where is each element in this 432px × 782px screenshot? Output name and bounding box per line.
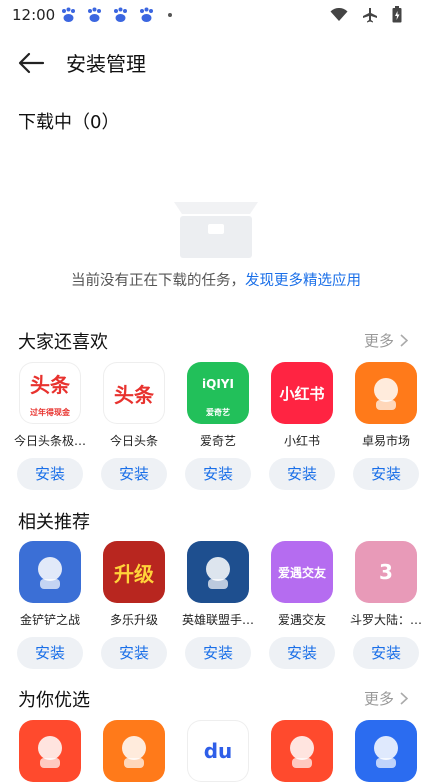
paw-notification-icon	[88, 7, 101, 22]
app-card[interactable]: 英雄联盟手… 安装	[176, 541, 260, 669]
app-name: 小红书	[283, 434, 320, 448]
app-card[interactable]	[260, 720, 344, 782]
status-time: 12:00	[12, 6, 56, 24]
weather-icon[interactable]	[355, 720, 417, 782]
more-label: 更多	[363, 690, 394, 708]
more-label: 更多	[363, 332, 394, 350]
app-card[interactable]: iQIYI 爱奇艺 爱奇艺 安装	[176, 362, 260, 490]
empty-message: 当前没有正在下载的任务，发现更多精选应用	[0, 269, 432, 290]
discover-apps-link[interactable]: 发现更多精选应用	[245, 273, 361, 289]
paw-notification-icon	[140, 7, 153, 22]
notification-icons	[60, 7, 172, 23]
app-icon-label: iQIYI	[202, 376, 234, 391]
app-card[interactable]: 头条 今日头条 安装	[92, 362, 176, 490]
install-button[interactable]: 安装	[353, 637, 419, 669]
chevron-right-icon	[400, 692, 408, 705]
app-card[interactable]	[92, 720, 176, 782]
system-icons	[330, 6, 402, 23]
empty-box-icon	[174, 202, 258, 258]
kuaishou-icon[interactable]	[19, 720, 81, 782]
zhuoyi-market-icon[interactable]	[103, 720, 165, 782]
app-name: 爱遇交友	[277, 613, 326, 627]
install-button[interactable]: 安装	[17, 637, 83, 669]
duole-shengji-icon[interactable]: 升级	[103, 541, 165, 603]
app-card[interactable]	[344, 720, 428, 782]
xiaohongshu-icon[interactable]: 小红书	[271, 362, 333, 424]
kuaishou-icon-glyph	[290, 736, 314, 768]
zhuoyi-market-icon-glyph	[122, 736, 146, 768]
back-arrow-icon	[18, 52, 45, 74]
install-button[interactable]: 安装	[101, 458, 167, 490]
app-card[interactable]: 爱遇交友 爱遇交友 安装	[260, 541, 344, 669]
app-icon-label: 爱遇交友	[277, 565, 326, 580]
lol-mobile-icon-glyph	[206, 557, 230, 589]
aiyu-icon[interactable]: 爱遇交友	[271, 541, 333, 603]
page-title: 安装管理	[66, 52, 146, 76]
section-title: 相关推荐	[18, 512, 90, 533]
kuaishou-icon[interactable]	[271, 720, 333, 782]
app-name: 斗罗大陆：…	[349, 613, 422, 627]
paw-notification-icon	[62, 7, 75, 22]
app-icon-label: 头条	[30, 373, 70, 398]
toutiao-icon[interactable]: 头条	[103, 362, 165, 424]
install-button[interactable]: 安装	[101, 637, 167, 669]
app-name: 卓易市场	[361, 434, 410, 448]
back-button[interactable]	[16, 48, 50, 78]
app-name: 金铲铲之战	[19, 613, 80, 627]
app-card[interactable]: 卓易市场 安装	[344, 362, 428, 490]
downloading-title: 下载中（0）	[18, 112, 120, 133]
app-card[interactable]: 金铲铲之战 安装	[8, 541, 92, 669]
zhuoyi-market-icon[interactable]	[355, 362, 417, 424]
wifi-icon	[330, 7, 348, 21]
app-name: 爱奇艺	[199, 434, 236, 448]
install-button[interactable]: 安装	[185, 458, 251, 490]
app-card[interactable]: 3 斗罗大陆：… 安装	[344, 541, 428, 669]
status-bar: 12:00	[0, 0, 432, 30]
paw-notification-icon	[114, 7, 127, 22]
jinchanchan-icon-glyph	[38, 557, 62, 589]
empty-message-text: 当前没有正在下载的任务，	[71, 273, 245, 289]
install-button[interactable]: 安装	[185, 637, 251, 669]
zhuoyi-market-icon-glyph	[374, 378, 398, 410]
app-icon-sublabel: 爱奇艺	[206, 408, 230, 417]
app-icon-label: 头条	[114, 382, 154, 407]
toutiao-lite-icon[interactable]: 头条 过年得现金	[19, 362, 81, 424]
app-card[interactable]: 小红书 小红书 安装	[260, 362, 344, 490]
battery-icon	[392, 6, 402, 23]
iqiyi-icon[interactable]: iQIYI 爱奇艺	[187, 362, 249, 424]
install-button[interactable]: 安装	[353, 458, 419, 490]
app-name: 今日头条极…	[13, 434, 86, 448]
app-icon-label: 升级	[114, 561, 154, 586]
app-card[interactable]: du	[176, 720, 260, 782]
install-button[interactable]: 安装	[17, 458, 83, 490]
app-icon-label: 小红书	[279, 384, 325, 403]
section-title: 为你优选	[18, 690, 90, 711]
kuaishou-icon-glyph	[38, 736, 62, 768]
section-title: 大家还喜欢	[18, 332, 108, 353]
app-name: 英雄联盟手…	[181, 613, 254, 627]
jinchanchan-icon[interactable]	[19, 541, 81, 603]
install-button[interactable]: 安装	[269, 637, 335, 669]
airplane-mode-icon	[363, 7, 377, 22]
douluo-icon[interactable]: 3	[355, 541, 417, 603]
baidu-icon[interactable]: du	[187, 720, 249, 782]
app-name: 多乐升级	[109, 613, 158, 627]
more-link[interactable]: 更多	[364, 330, 408, 351]
more-link[interactable]: 更多	[364, 688, 408, 709]
app-name: 今日头条	[109, 434, 158, 448]
app-icon-sublabel: 过年得现金	[30, 408, 70, 417]
app-icon-label: du	[203, 739, 233, 763]
more-notifications-dot	[168, 13, 172, 17]
lol-mobile-icon[interactable]	[187, 541, 249, 603]
app-icon-label: 3	[379, 560, 393, 584]
app-card[interactable]: 头条过年得现金今日头条极… 安装	[8, 362, 92, 490]
app-card[interactable]: 升级 多乐升级 安装	[92, 541, 176, 669]
weather-icon-glyph	[374, 736, 398, 768]
header: 安装管理	[0, 38, 432, 88]
install-button[interactable]: 安装	[269, 458, 335, 490]
chevron-right-icon	[400, 334, 408, 347]
app-card[interactable]	[8, 720, 92, 782]
